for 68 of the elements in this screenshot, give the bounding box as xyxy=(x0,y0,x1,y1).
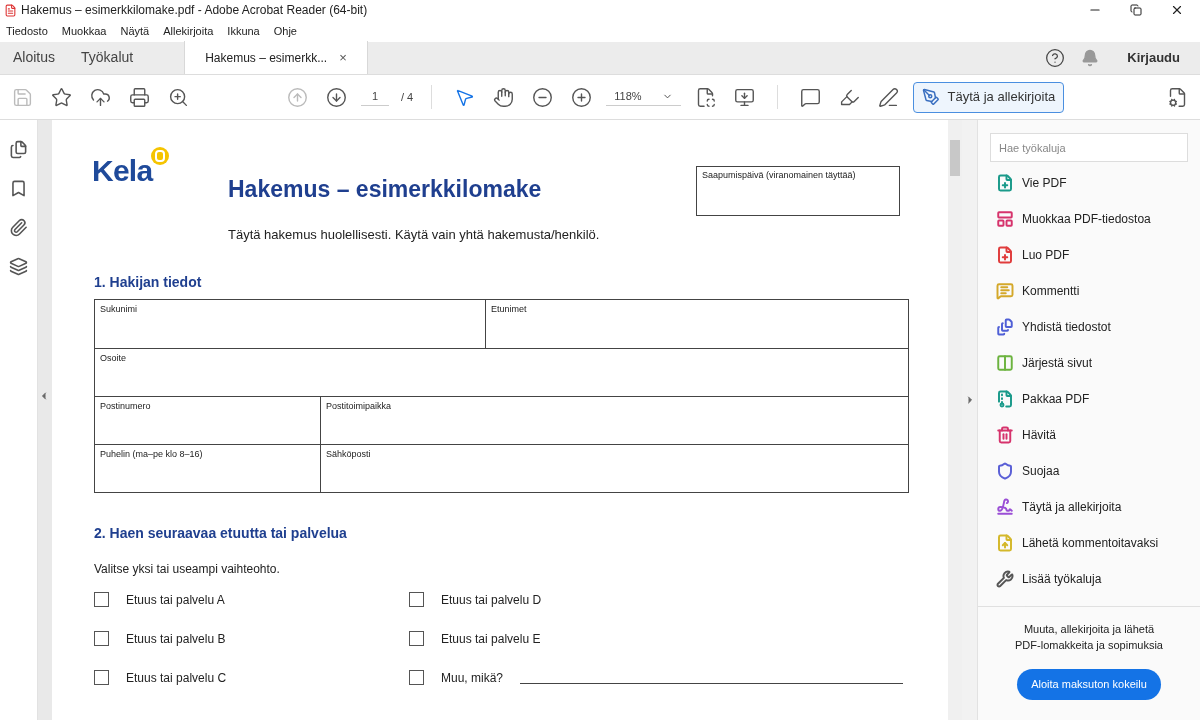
logo: Kela xyxy=(92,153,153,189)
tool-item[interactable]: Järjestä sivut xyxy=(996,352,1200,374)
page-number-field[interactable]: 1 xyxy=(361,88,389,106)
tool-item[interactable]: Pakkaa PDF xyxy=(996,388,1200,410)
nav-tab[interactable]: Aloitus xyxy=(0,41,69,74)
form-field[interactable]: Postinumero xyxy=(95,397,321,444)
help-icon[interactable] xyxy=(1045,47,1066,68)
checkbox[interactable] xyxy=(409,670,424,685)
option-label: Etuus tai palvelu B xyxy=(126,630,226,648)
tool-item[interactable]: Kommentti xyxy=(996,280,1200,302)
instruction-text: Valitse yksi tai useampi vaihteohto. xyxy=(94,561,281,578)
form-field[interactable]: Etunimet xyxy=(486,300,908,348)
option-label: Etuus tai palvelu C xyxy=(126,669,227,687)
option-label: Etuus tai palvelu E xyxy=(441,630,541,648)
tool-item[interactable]: Muokkaa PDF-tiedostoa xyxy=(996,208,1200,230)
pen-icon xyxy=(921,88,940,106)
menu-item[interactable]: Näytä xyxy=(120,22,150,40)
form-field[interactable]: Sähköposti xyxy=(321,445,908,492)
restore-icon[interactable] xyxy=(1130,4,1142,16)
checkbox[interactable] xyxy=(94,592,109,607)
intro-text: Täytä hakemus huolellisesti. Käytä vain yhtä hakemusta/henkilö. xyxy=(228,225,601,244)
tool-item[interactable]: Luo PDF xyxy=(996,244,1200,266)
tab-close-button[interactable]: × xyxy=(339,47,347,68)
section-heading: 1. Hakijan tiedot xyxy=(94,273,203,292)
form-field[interactable]: Postitoimipaikka xyxy=(321,397,908,444)
tool-item[interactable]: Suojaa xyxy=(996,460,1200,482)
option-label: Etuus tai palvelu A xyxy=(126,591,225,609)
form-title: Hakemus – esimerkkilomake xyxy=(228,175,543,204)
tool-item[interactable]: Yhdistä tiedostot xyxy=(996,316,1200,338)
checkbox[interactable] xyxy=(94,631,109,646)
document-tab[interactable]: Hakemus – esimerkk... × xyxy=(184,41,368,74)
checkbox[interactable] xyxy=(409,592,424,607)
sign-in-link[interactable]: Kirjaudu xyxy=(1127,47,1180,68)
nav-tab[interactable]: Työkalut xyxy=(68,41,147,74)
scrollbar-thumb[interactable] xyxy=(950,140,960,176)
search-field[interactable]: Hae työkaluja xyxy=(990,133,1188,162)
tool-item[interactable]: Vie PDF xyxy=(996,172,1200,194)
page-total: / 4 xyxy=(401,89,414,105)
arrival-date-box: Saapumispäivä (viranomainen täyttää) xyxy=(696,166,900,216)
paperclip-icon[interactable] xyxy=(9,218,28,237)
form-field[interactable]: Sukunimi xyxy=(95,300,486,348)
layers-icon[interactable] xyxy=(9,257,28,276)
zoom-dropdown[interactable]: 118% xyxy=(606,88,681,106)
menu-item[interactable]: Allekirjoita xyxy=(163,22,214,40)
checkbox[interactable] xyxy=(409,631,424,646)
form-field[interactable]: Osoite xyxy=(95,349,908,396)
tool-item[interactable]: Lähetä kommentoitavaksi xyxy=(996,532,1200,554)
bookmark-icon[interactable] xyxy=(9,179,28,198)
tool-item[interactable]: Täytä ja allekirjoita xyxy=(996,496,1200,518)
tool-item[interactable]: Hävitä xyxy=(996,424,1200,446)
menu-item[interactable]: Tiedosto xyxy=(6,22,48,40)
option-label: Muu, mikä? xyxy=(441,669,504,687)
pdf-file-icon xyxy=(4,3,17,17)
tool-item[interactable]: Lisää työkaluja xyxy=(996,568,1200,590)
pages-icon[interactable] xyxy=(9,140,28,159)
option-label: Etuus tai palvelu D xyxy=(441,591,542,609)
menu-item[interactable]: Muokkaa xyxy=(61,22,107,40)
close-icon[interactable] xyxy=(1170,3,1184,17)
promo-text: Muuta, allekirjoita ja lähetä PDF-lomakkeita ja sopimuksia xyxy=(1014,622,1164,653)
checkbox[interactable] xyxy=(94,670,109,685)
form-field[interactable]: Puhelin (ma–pe klo 8–16) xyxy=(95,445,321,492)
window-title: Hakemus – esimerkkilomake.pdf - Adobe Acrobat Reader (64-bit) xyxy=(21,2,368,19)
section-heading: 2. Haen seuraavaa etuutta tai palvelua xyxy=(94,524,348,543)
menu-item[interactable]: Ohje xyxy=(273,22,297,40)
fill-sign-button[interactable]: Täytä ja allekirjoita xyxy=(912,81,1065,113)
tab-label: Hakemus – esimerkk... xyxy=(205,49,328,67)
free-trial-button[interactable]: Aloita maksuton kokeilu xyxy=(1017,669,1161,700)
menu-item[interactable]: Ikkuna xyxy=(227,22,260,40)
